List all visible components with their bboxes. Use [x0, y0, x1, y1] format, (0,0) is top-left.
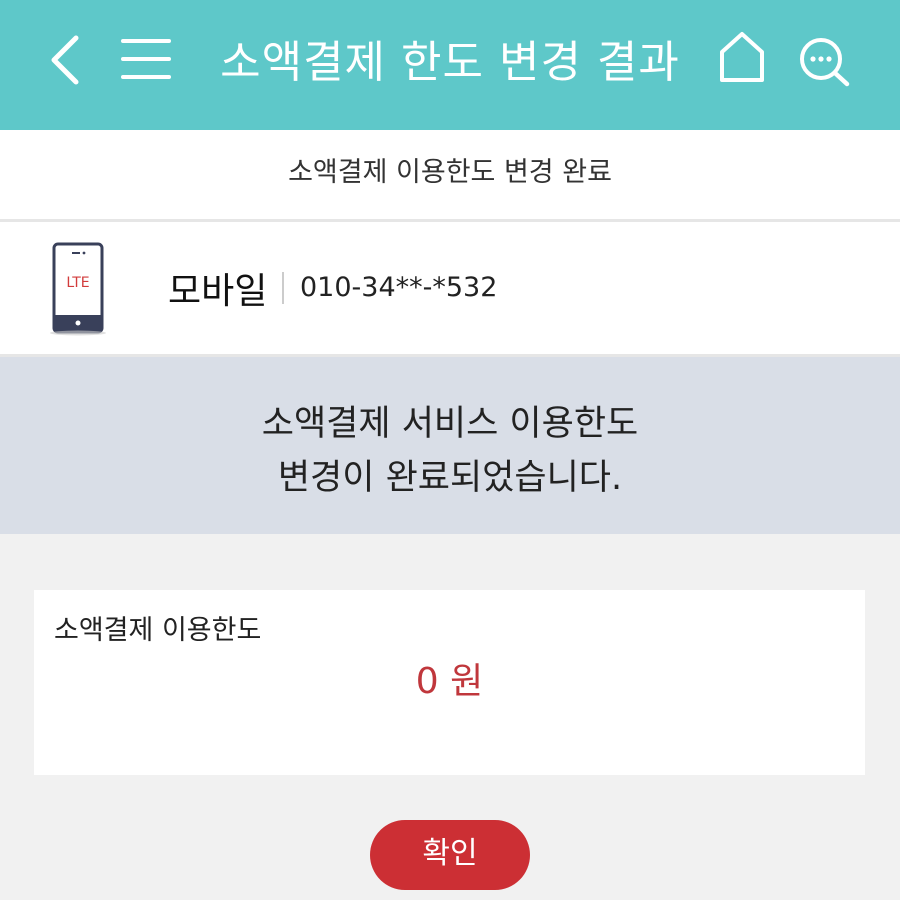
chat-search-icon [800, 38, 850, 87]
completion-notice: 소액결제 서비스 이용한도 변경이 완료되었습니다. [0, 357, 900, 534]
limit-card: 소액결제 이용한도 0 원 [34, 590, 865, 775]
page-title: 소액결제 한도 변경 결과 [220, 37, 680, 88]
chat-search-button[interactable] [798, 36, 852, 88]
limit-amount: 0 원 [415, 661, 484, 702]
back-button[interactable] [44, 32, 88, 88]
home-icon [720, 32, 764, 82]
lte-phone-icon: LTE [50, 242, 106, 336]
limit-label: 소액결제 이용한도 [54, 615, 262, 646]
device-info-row: LTE 모바일 010-34**-*532 [0, 222, 900, 357]
lte-label: LTE [66, 275, 89, 291]
notice-line-2: 변경이 완료되었습니다. [277, 458, 623, 498]
menu-icon [121, 39, 171, 79]
notice-line-1: 소액결제 서비스 이용한도 [261, 404, 639, 444]
confirm-button[interactable]: 확인 [370, 820, 530, 890]
top-header-bar: 소액결제 한도 변경 결과 [0, 0, 900, 130]
phone-number: 010-34**-*532 [300, 272, 498, 303]
home-button[interactable] [718, 30, 766, 84]
menu-button[interactable] [120, 36, 172, 82]
divider [282, 272, 284, 304]
subheader-title: 소액결제 이용한도 변경 완료 [0, 130, 900, 222]
device-type: 모바일 [168, 271, 268, 312]
chevron-left-icon [51, 35, 79, 85]
